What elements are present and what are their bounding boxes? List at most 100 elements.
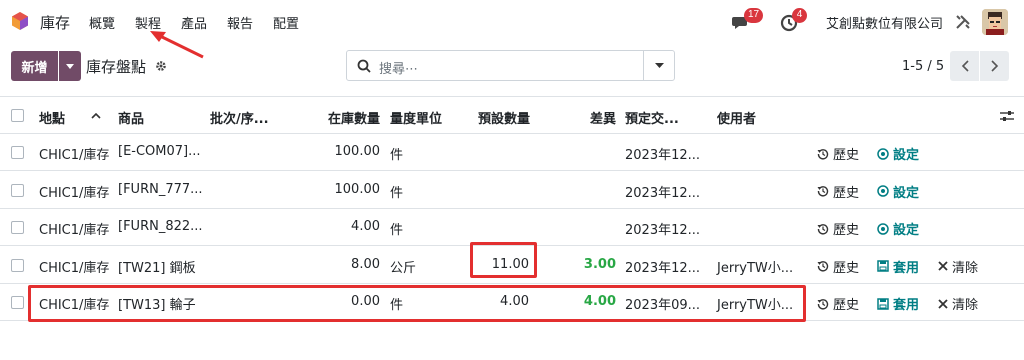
row-checkbox[interactable] xyxy=(11,183,24,197)
history-label: 歷史 xyxy=(833,260,860,276)
company-switcher[interactable]: 艾創點數位有限公司 xyxy=(826,13,943,32)
apply-label: 套用 xyxy=(893,260,920,276)
history-button[interactable]: 歷史 xyxy=(817,144,859,163)
table-row[interactable]: CHIC1/庫存 [FURN_822... 4.00 件 2023年12... 歷史 設定 xyxy=(0,209,1024,246)
history-button[interactable]: 歷史 xyxy=(817,257,859,276)
column-product[interactable]: 商品 xyxy=(118,108,144,127)
row-checkbox[interactable] xyxy=(11,296,24,309)
cell-location: CHIC1/庫存 xyxy=(39,260,110,276)
chevron-right-icon xyxy=(990,60,998,72)
page-title: 庫存盤點 xyxy=(86,58,147,76)
highlight-box-counted xyxy=(470,242,537,278)
chevron-left-icon xyxy=(961,60,969,72)
row-checkbox[interactable] xyxy=(11,258,24,272)
debug-tools-icon[interactable] xyxy=(955,14,971,30)
history-button[interactable]: 歷史 xyxy=(817,182,859,201)
set-label: 設定 xyxy=(893,223,920,238)
target-icon xyxy=(877,147,889,160)
target-icon xyxy=(877,185,889,197)
cell-on-hand: 100.00 xyxy=(334,181,381,197)
set-button[interactable]: 設定 xyxy=(877,144,919,163)
cell-scheduled[interactable]: 2023年12... xyxy=(625,182,700,201)
cell-product[interactable]: [TW21] 鋼板 xyxy=(118,257,196,276)
menu-reporting[interactable]: 報告 xyxy=(227,13,253,32)
cell-on-hand: 4.00 xyxy=(351,219,380,234)
set-button[interactable]: 設定 xyxy=(877,219,919,238)
cell-uom: 件 xyxy=(390,148,404,163)
cell-user[interactable]: JerryTW小... xyxy=(717,257,793,276)
clear-button[interactable]: 清除 xyxy=(938,257,978,276)
search-bar[interactable]: 搜尋⋯ xyxy=(346,50,675,81)
cell-product[interactable]: [FURN_822... xyxy=(118,219,203,234)
cell-location: CHIC1/庫存 xyxy=(39,185,110,201)
cell-uom: 公斤 xyxy=(390,260,417,276)
annotation-arrow xyxy=(150,31,204,59)
column-scheduled[interactable]: 預定交... xyxy=(625,108,679,127)
history-icon xyxy=(817,186,829,197)
history-button[interactable]: 歷史 xyxy=(817,294,859,313)
pager-next-button[interactable] xyxy=(980,51,1009,81)
history-icon xyxy=(817,261,829,272)
search-options-toggle[interactable] xyxy=(655,63,664,68)
history-button[interactable]: 歷史 xyxy=(817,219,859,238)
cell-product[interactable]: [FURN_777... xyxy=(118,182,203,197)
column-counted[interactable]: 預設數量 xyxy=(478,108,530,127)
table-row[interactable]: CHIC1/庫存 [FURN_777... 100.00 件 2023年12... 歷史 設… xyxy=(0,172,1024,209)
apply-button[interactable]: 套用 xyxy=(877,257,919,276)
clear-label: 清除 xyxy=(952,260,979,276)
table-header: 地點 商品 批次/序... 在庫數量 量度單位 預設數量 差異 預定交... 使… xyxy=(0,96,1024,134)
activity-count-badge: 4 xyxy=(792,8,807,23)
cell-uom: 件 xyxy=(390,223,404,238)
caret-down-icon xyxy=(66,63,74,69)
chat-count-badge: 17 xyxy=(744,8,764,23)
cell-location: CHIC1/庫存 xyxy=(39,148,110,163)
column-lot[interactable]: 批次/序... xyxy=(210,108,269,127)
pager-value[interactable]: 1-5 / 5 xyxy=(902,59,944,74)
set-button[interactable]: 設定 xyxy=(877,182,919,201)
cell-location: CHIC1/庫存 xyxy=(39,223,110,238)
inventory-app-icon[interactable] xyxy=(10,11,30,31)
cell-scheduled[interactable]: 2023年12... xyxy=(625,219,700,238)
table-row[interactable]: CHIC1/庫存 [E-COM07]... 100.00 件 2023年12... 歷史 設… xyxy=(0,134,1024,171)
column-settings-icon[interactable] xyxy=(1000,110,1014,122)
history-icon xyxy=(817,298,829,310)
search-icon xyxy=(357,59,371,73)
column-uom[interactable]: 量度單位 xyxy=(390,108,442,127)
cell-scheduled[interactable]: 2023年12... xyxy=(625,257,700,276)
row-checkbox[interactable] xyxy=(11,221,24,234)
set-label: 設定 xyxy=(893,148,920,163)
history-icon xyxy=(817,223,829,235)
apply-label: 套用 xyxy=(893,298,920,313)
search-input[interactable]: 搜尋⋯ xyxy=(379,58,418,77)
clear-button[interactable]: 清除 xyxy=(938,294,978,313)
target-icon xyxy=(877,222,889,235)
cell-scheduled[interactable]: 2023年12... xyxy=(625,144,700,163)
apply-button[interactable]: 套用 xyxy=(877,294,919,313)
cell-on-hand: 8.00 xyxy=(351,256,380,272)
column-difference[interactable]: 差異 xyxy=(590,108,616,127)
row-checkbox[interactable] xyxy=(11,146,24,159)
select-all-checkbox[interactable] xyxy=(11,109,24,122)
history-label: 歷史 xyxy=(833,148,860,163)
user-avatar[interactable] xyxy=(982,9,1008,35)
menu-configuration[interactable]: 配置 xyxy=(273,13,299,32)
cell-on-hand: 100.00 xyxy=(334,144,381,159)
gear-icon[interactable] xyxy=(155,60,167,72)
close-icon xyxy=(938,298,948,309)
cell-difference: 3.00 xyxy=(583,256,616,272)
column-location[interactable]: 地點 xyxy=(39,108,65,127)
new-dropdown-toggle[interactable] xyxy=(59,51,81,81)
history-label: 歷史 xyxy=(833,223,860,238)
sort-ascending-icon[interactable] xyxy=(91,113,101,119)
pager-previous-button[interactable] xyxy=(950,51,979,81)
set-label: 設定 xyxy=(893,185,920,201)
menu-overview[interactable]: 概覽 xyxy=(89,13,115,32)
history-icon xyxy=(817,148,829,160)
column-on-hand[interactable]: 在庫數量 xyxy=(328,108,380,127)
column-user[interactable]: 使用者 xyxy=(717,108,756,127)
save-icon xyxy=(877,260,889,272)
new-button[interactable]: 新增 xyxy=(11,51,58,81)
cell-product[interactable]: [E-COM07]... xyxy=(118,144,201,159)
app-name[interactable]: 庫存 xyxy=(40,12,70,33)
highlight-box-row xyxy=(28,285,806,322)
